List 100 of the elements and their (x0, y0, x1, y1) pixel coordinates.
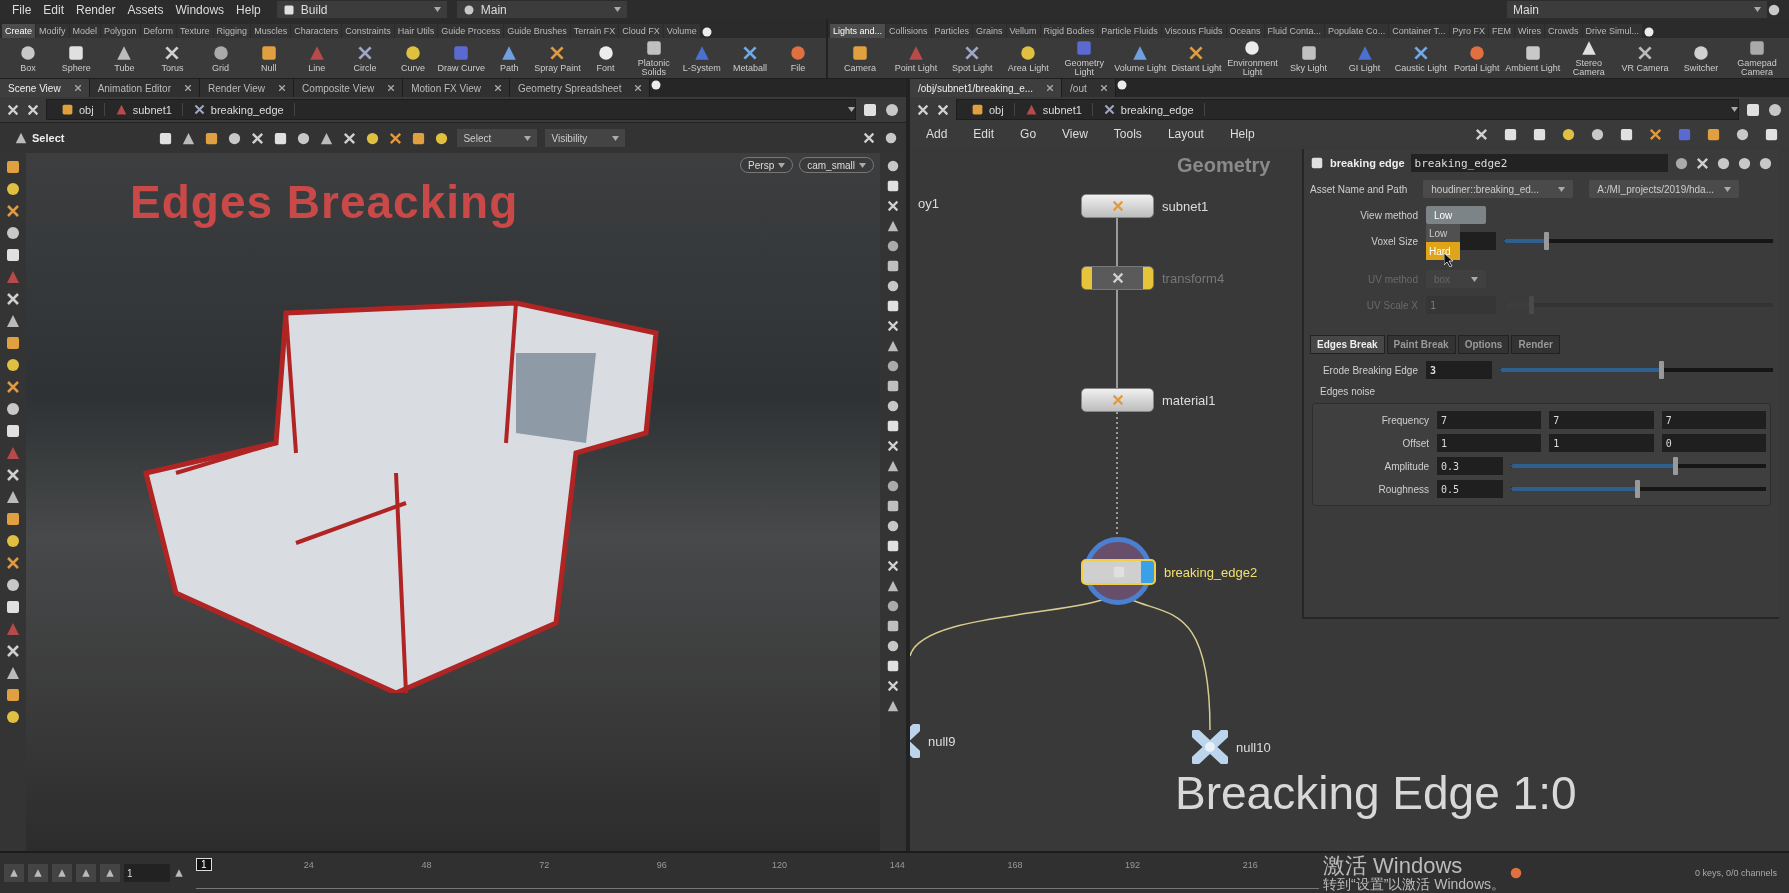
shelf-tool[interactable]: L-System (677, 43, 726, 73)
shelf-tool[interactable]: VR Camera (1616, 43, 1673, 73)
asset-name-dropdown[interactable]: houdiner::breaking_ed... (1423, 180, 1574, 198)
shelf-tool[interactable]: Camera (832, 43, 889, 73)
shelf-tool[interactable]: GI Light (1336, 43, 1393, 73)
shelf-tab[interactable]: Particle Fluids (1098, 24, 1161, 38)
shelf-tab[interactable]: Populate Co... (1325, 24, 1389, 38)
shelf-tab[interactable]: Guide Brushes (504, 24, 570, 38)
camera-menu[interactable]: Persp (740, 157, 794, 173)
close-icon[interactable] (388, 85, 395, 91)
slider-handle[interactable] (1659, 361, 1665, 379)
shelf-tool[interactable]: Gamepad Camera (1729, 39, 1786, 77)
tool-icon[interactable] (5, 665, 21, 681)
shelf-tool[interactable]: File (774, 43, 823, 73)
shelf-tab[interactable]: FEM (1489, 24, 1515, 38)
tool-icon[interactable] (886, 619, 900, 633)
tool-icon[interactable] (5, 687, 21, 703)
toolbar-icon[interactable] (1648, 126, 1663, 142)
view-icon[interactable] (1767, 101, 1783, 118)
tool-icon[interactable] (886, 419, 900, 433)
shelf-tab[interactable]: Crowds (1545, 24, 1582, 38)
toolbar-icon[interactable] (1764, 126, 1779, 142)
tool-icon[interactable] (5, 291, 21, 307)
vector-field[interactable]: 0 (1661, 434, 1766, 452)
tool-icon[interactable] (886, 439, 900, 453)
shelf-tool[interactable]: Sky Light (1280, 43, 1337, 73)
node-tile[interactable] (1081, 388, 1154, 412)
shelf-tab[interactable]: Container T... (1389, 24, 1449, 38)
pane-tab[interactable]: Geometry Spreadsheet (510, 79, 651, 97)
path-crumb[interactable]: breaking_edge (1092, 103, 1205, 116)
shelf-tab[interactable]: Vellum (1006, 24, 1040, 38)
shelf-tool[interactable]: Torus (148, 43, 197, 73)
path-crumb[interactable]: subnet1 (1014, 103, 1093, 116)
tool-icon[interactable] (886, 259, 900, 273)
tool-icon[interactable] (5, 203, 21, 219)
context-dropdown[interactable]: Main (1507, 1, 1767, 18)
path-bar[interactable]: obj subnet1 breaking_edge (956, 99, 1739, 120)
shelf-tool[interactable]: Font (581, 43, 630, 73)
vector-field[interactable]: 1 (1549, 434, 1654, 452)
shelf-tab[interactable]: Terrain FX (570, 24, 619, 38)
menu-item[interactable]: Edit (967, 127, 1001, 141)
shelf-tab[interactable]: Particles (931, 24, 973, 38)
menu-item[interactable]: Edit (37, 2, 71, 17)
tool-icon[interactable] (886, 179, 900, 193)
menu-item[interactable]: Add (920, 127, 954, 141)
shelf-tool[interactable]: Area Light (1000, 43, 1057, 73)
tool-icon[interactable] (250, 130, 266, 146)
playback-button[interactable] (52, 864, 72, 882)
close-icon[interactable] (74, 85, 81, 91)
tool-icon[interactable] (5, 489, 21, 505)
frame-field[interactable]: 1 (124, 864, 170, 882)
shelf-tab[interactable]: Rigging (213, 24, 251, 38)
shelf-tool[interactable]: Circle (340, 43, 389, 73)
tool-icon[interactable] (886, 599, 900, 613)
context-dropdown[interactable]: Main (456, 1, 627, 18)
camera-menu[interactable]: cam_small (799, 157, 874, 173)
tool-icon[interactable] (158, 130, 174, 146)
erode-field[interactable]: 3 (1426, 361, 1492, 379)
shelf-tab[interactable]: Modify (36, 24, 69, 38)
tool-icon[interactable] (886, 499, 900, 513)
tool-icon[interactable] (886, 559, 900, 573)
slider-handle[interactable] (1635, 480, 1641, 498)
menu-item[interactable]: View (1056, 127, 1094, 141)
tool-icon[interactable] (434, 130, 450, 146)
toolbar-icon[interactable] (1706, 126, 1721, 142)
view-icon[interactable] (884, 101, 900, 118)
shelf-tool[interactable]: Point Light (888, 43, 945, 73)
select-mode-dropdown[interactable]: Select (457, 129, 538, 147)
shelf-tab[interactable]: Cloud FX (619, 24, 663, 38)
pane-tab[interactable]: Scene View (0, 79, 90, 97)
menu-option[interactable]: Low (1426, 224, 1460, 242)
shelf-tab[interactable]: Deform (140, 24, 177, 38)
view-icon[interactable] (862, 101, 878, 118)
vector-field[interactable]: 7 (1437, 411, 1542, 429)
shelf-tab[interactable]: Constraints (342, 24, 394, 38)
tool-icon[interactable] (5, 533, 21, 549)
shelf-tool[interactable]: Sphere (52, 43, 101, 73)
tool-icon[interactable] (273, 130, 289, 146)
shelf-tab[interactable]: Grains (973, 24, 1006, 38)
tool-icon[interactable] (5, 159, 21, 175)
shelf-tool[interactable]: Line (292, 43, 341, 73)
shelf-tool[interactable]: Ambient Light (1504, 43, 1561, 73)
null-node-icon[interactable] (1192, 730, 1228, 764)
menu-item[interactable]: Windows (169, 2, 231, 17)
visibility-dropdown[interactable]: Visibility (545, 129, 626, 147)
toolbar-icon[interactable] (1695, 155, 1710, 171)
value-field[interactable]: 0.3 (1437, 457, 1503, 475)
vector-field[interactable]: 7 (1661, 411, 1766, 429)
shelf-tab[interactable]: Rigid Bodies (1040, 24, 1098, 38)
shelf-tab[interactable]: Oceans (1226, 24, 1264, 38)
tool-icon[interactable] (5, 577, 21, 593)
node-name-field[interactable]: breaking_edge2 (1410, 154, 1668, 172)
tool-icon[interactable] (886, 639, 900, 653)
shelf-tab[interactable]: Pyro FX (1449, 24, 1489, 38)
tool-icon[interactable] (5, 401, 21, 417)
menu-item[interactable]: Assets (121, 2, 170, 17)
path-crumb[interactable]: subnet1 (104, 103, 183, 116)
shelf-tool[interactable]: Volume Light (1112, 43, 1169, 73)
parameter-tab[interactable]: Options (1457, 335, 1510, 354)
tool-icon[interactable] (5, 643, 21, 659)
